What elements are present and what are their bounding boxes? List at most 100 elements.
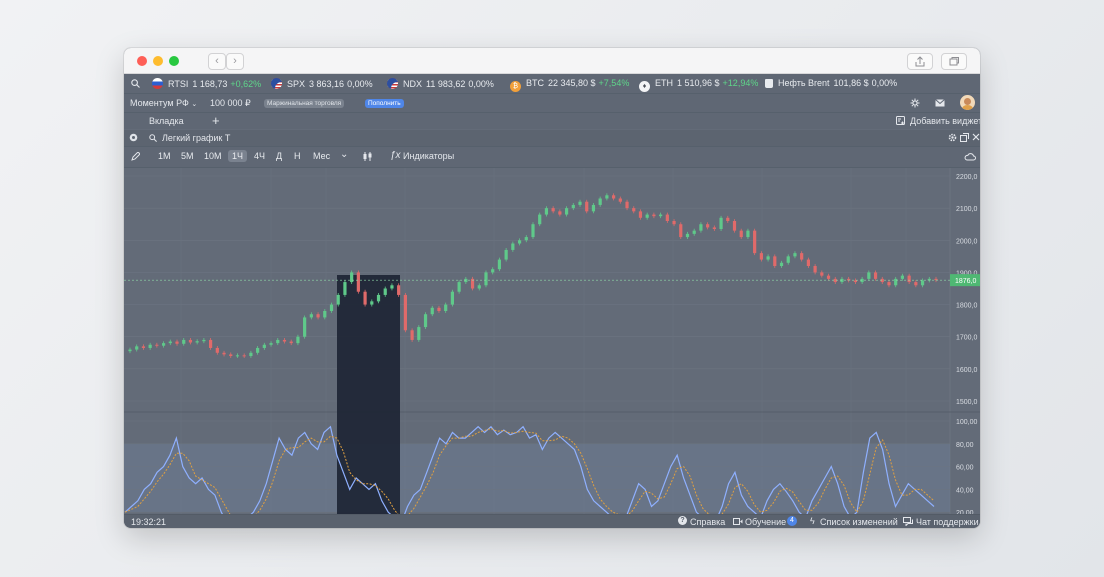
copy-icon (949, 57, 959, 66)
candle-body (188, 339, 193, 343)
candle-body (437, 307, 441, 311)
candle-body (161, 343, 166, 346)
timeframe-week[interactable]: Н (294, 151, 301, 161)
candle-body (793, 253, 797, 257)
back-button[interactable]: ‹ (208, 53, 226, 70)
candle-body (323, 311, 327, 318)
osc-tick-label: 100,00 (956, 419, 978, 426)
mail-icon[interactable] (935, 99, 945, 107)
ticker-item-ndx[interactable]: NDX 11 983,62 0,00% (387, 78, 494, 89)
learning-link[interactable]: Обучение (745, 517, 786, 527)
avatar[interactable] (960, 95, 975, 110)
timeframe-1m[interactable]: 1М (158, 151, 171, 161)
candle-body (652, 214, 656, 217)
maximize-window-button[interactable] (169, 56, 179, 66)
candle-body (229, 354, 233, 356)
usa-flag-icon (271, 78, 282, 89)
candle-body (867, 272, 871, 279)
pencil-icon[interactable] (131, 152, 140, 161)
changelog-link[interactable]: Список изменений (820, 517, 898, 527)
timeframe-day[interactable]: Д (276, 151, 282, 161)
osc-tick-label: 40,00 (956, 487, 974, 494)
account-selector[interactable]: Моментум РФ ⌄ (130, 98, 197, 108)
candle-body (887, 282, 891, 286)
oil-icon (765, 79, 773, 88)
candle-body (524, 237, 528, 241)
minimize-window-button[interactable] (153, 56, 163, 66)
candle-body (914, 282, 918, 286)
chevron-down-icon[interactable]: ⌄ (340, 149, 348, 160)
candle-body (564, 208, 569, 215)
ticker-item-rtsi[interactable]: RTSI 1 168,73 +0,62% (152, 78, 261, 89)
search-icon (149, 134, 157, 142)
margin-trading-badge[interactable]: Маржинальная торговля (264, 99, 345, 108)
tabs-overview-button[interactable] (941, 53, 967, 70)
candle-body (665, 214, 669, 221)
candle-body (753, 230, 757, 254)
candle-body (303, 317, 307, 337)
candle-body (659, 214, 663, 217)
popout-icon[interactable] (960, 133, 969, 142)
osc-tick-label: 80,00 (956, 442, 974, 449)
candle-body (343, 282, 347, 295)
candle-body (732, 221, 737, 231)
candle-body (571, 204, 575, 209)
tab-workspace[interactable]: Вкладка (149, 116, 184, 126)
candle-body (766, 256, 770, 260)
support-chat-link[interactable]: Чат поддержки (916, 517, 979, 527)
timeframe-month[interactable]: Мес (313, 151, 330, 161)
timeframe-1h[interactable]: 1Ч (228, 150, 248, 162)
chart-toolbar: 1М 5М 10М 1Ч 4Ч Д Н Мес ⌄ ƒx Индикаторы (124, 147, 980, 168)
candle-body (746, 230, 750, 238)
ticker-item-spx[interactable]: SPX 3 863,16 0,00% (271, 78, 373, 89)
candle-body (336, 294, 340, 305)
app-window: ‹ › RTSI 1 168,73 +0,62% SPX 3 863,16 0,00% … (124, 48, 980, 528)
ticker-item-eth[interactable]: ♦ ETH 1 510,96 $ +12,94% (639, 78, 758, 92)
cloud-icon[interactable] (964, 152, 976, 161)
candle-body (632, 208, 636, 212)
candle-body (719, 217, 723, 230)
timeframe-5m[interactable]: 5М (181, 151, 194, 161)
forward-button[interactable]: › (226, 53, 244, 70)
indicators-button[interactable]: Индикаторы (403, 151, 454, 161)
ticker-item-brent[interactable]: Нефть Brent 101,86 $0,00% (765, 78, 897, 88)
close-window-button[interactable] (137, 56, 147, 66)
instrument-search[interactable]: Легкий график T (162, 133, 230, 143)
candle-body (256, 347, 260, 353)
gear-icon[interactable] (948, 133, 957, 142)
help-icon: ? (678, 516, 687, 525)
timeframe-4h[interactable]: 4Ч (254, 151, 265, 161)
ticker-item-btc[interactable]: ₿ BTC 22 345,80 $ +7,54% (510, 78, 629, 92)
candle-body (242, 355, 246, 357)
status-bar: 19:32:21 ? Справка Обучение 4 ϟ Список и… (124, 514, 980, 528)
chart-area[interactable]: 2200,02100,02000,01900,01800,01700,01600… (124, 168, 980, 514)
timeframe-10m[interactable]: 10М (204, 151, 222, 161)
link-icon[interactable] (129, 133, 138, 142)
help-link[interactable]: Справка (690, 517, 725, 527)
candle-body (289, 341, 293, 344)
candle-body (282, 339, 287, 342)
candle-body (296, 336, 300, 344)
indicators-icon: ƒx (390, 150, 401, 161)
add-tab-button[interactable]: + (212, 113, 220, 128)
candle-body (195, 341, 199, 343)
candle-body (397, 285, 401, 295)
candle-body (591, 204, 596, 212)
candle-body (625, 201, 629, 209)
close-icon[interactable] (972, 133, 980, 141)
search-icon[interactable] (131, 79, 140, 88)
candle-body (491, 269, 495, 273)
chevron-left-icon: ‹ (215, 55, 219, 67)
video-icon (733, 518, 743, 525)
candle-body (155, 344, 159, 346)
add-widget-button[interactable]: Добавить виджет (910, 116, 980, 126)
candle-body (517, 240, 522, 244)
settings-icon[interactable] (910, 98, 920, 108)
candle-body (779, 262, 784, 266)
share-button[interactable] (907, 53, 933, 70)
topup-button[interactable]: Пополнить (365, 99, 404, 108)
candle-body (390, 285, 394, 289)
candle-body (699, 224, 703, 231)
candlestick-icon[interactable] (362, 151, 373, 162)
candle-body (276, 339, 280, 344)
